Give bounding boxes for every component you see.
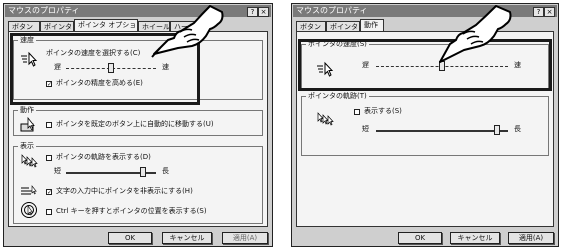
snap-to-checkbox[interactable] — [46, 122, 52, 128]
ctrl-locate-checkbox[interactable] — [46, 209, 52, 215]
trail-short-label: 短 — [54, 167, 61, 175]
tab-pointers[interactable]: ポインタ — [40, 21, 74, 31]
tab-pointers[interactable]: ポインタ — [326, 21, 360, 31]
pointer-trail-icon — [317, 112, 334, 126]
trail-slider-thumb[interactable] — [139, 167, 146, 177]
ctrl-locate-icon — [21, 202, 37, 218]
close-icon[interactable]: × — [544, 7, 555, 17]
trail-checkbox[interactable] — [46, 155, 52, 161]
visibility-group: 表示 ポインタの軌跡を表示する(D) 短 長 ✓ 文字の入力中にポインタを非表示… — [13, 141, 263, 224]
tab-pointer-options[interactable]: ポインタ オプション — [74, 19, 138, 31]
snap-to-icon — [20, 117, 35, 132]
trail-slider-track[interactable] — [376, 130, 508, 132]
snap-to-group-label: 動作 — [18, 105, 36, 115]
hide-pointer-label: 文字の入力中にポインタを非表示にする(H) — [56, 187, 193, 195]
ok-button[interactable]: OK — [398, 232, 442, 244]
trail-checkbox[interactable] — [354, 109, 360, 115]
trail-label: 表示する(S) — [364, 107, 402, 115]
apply-button[interactable]: 適用(A) — [222, 232, 268, 244]
cancel-button[interactable]: キャンセル — [162, 232, 212, 244]
trail-group-label: ポインタの軌跡(T) — [306, 91, 369, 101]
pointer-trail-icon — [21, 154, 38, 168]
hand-pointer-icon — [151, 5, 224, 58]
dialog-title: マウスのプロパティ — [296, 6, 368, 15]
trail-slider-thumb[interactable] — [494, 125, 501, 135]
trail-long-label: 長 — [514, 125, 521, 133]
close-icon[interactable]: × — [258, 7, 269, 17]
hide-pointer-checkbox[interactable]: ✓ — [46, 189, 52, 196]
trail-label: ポインタの軌跡を表示する(D) — [56, 153, 151, 161]
help-icon[interactable]: ? — [533, 7, 544, 17]
mouse-properties-dialog-left: マウスのプロパティ ? × ボタン ポインタ ポインタ オプション ホイール ハ… — [3, 3, 273, 247]
ok-button[interactable]: OK — [108, 232, 152, 244]
snap-to-group: 動作 ポインタを既定のボタン上に自動的に移動する(U) — [13, 105, 263, 136]
cancel-button[interactable]: キャンセル — [450, 232, 500, 244]
hide-pointer-icon — [21, 185, 37, 195]
dialog-title: マウスのプロパティ — [8, 6, 80, 15]
ctrl-locate-label: Ctrl キーを押すとポインタの位置を表示する(S) — [56, 207, 207, 215]
trail-group: ポインタの軌跡(T) 表示する(S) 短 長 — [301, 91, 549, 156]
hand-pointer-icon — [439, 5, 512, 63]
mouse-properties-dialog-right: マウスのプロパティ ? × ボタン ポインタ 動作 ポインタの速度(S) 遅 速… — [291, 3, 559, 247]
help-icon[interactable]: ? — [247, 7, 258, 17]
trail-long-label: 長 — [162, 167, 169, 175]
tab-buttons[interactable]: ボタン — [8, 21, 40, 31]
title-bar: マウスのプロパティ ? × — [5, 5, 271, 17]
tab-buttons[interactable]: ボタン — [296, 21, 326, 31]
trail-short-label: 短 — [362, 125, 369, 133]
tab-motion[interactable]: 動作 — [360, 19, 384, 31]
apply-button[interactable]: 適用(A) — [508, 232, 554, 244]
visibility-group-label: 表示 — [18, 141, 36, 151]
snap-to-label: ポインタを既定のボタン上に自動的に移動する(U) — [56, 120, 214, 128]
